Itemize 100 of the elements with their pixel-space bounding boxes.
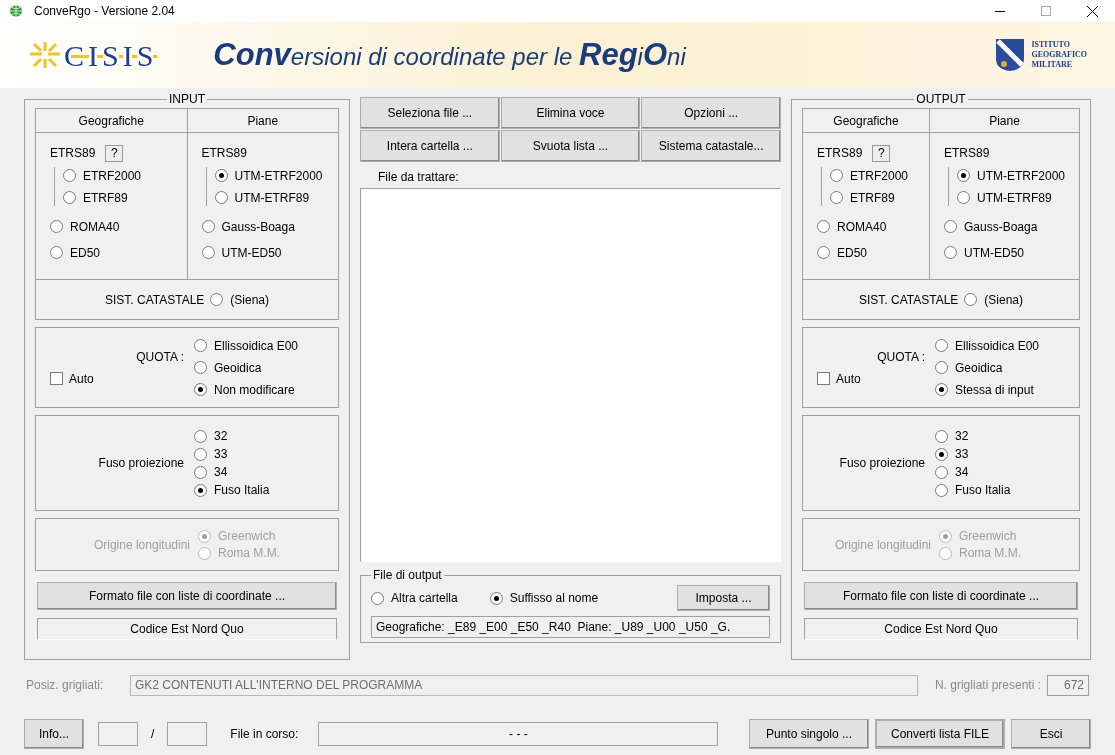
radio-label[interactable]: Ellissoidica E00	[214, 336, 299, 355]
radio-button[interactable]	[214, 191, 228, 204]
radio-label[interactable]: Ellissoidica E00	[955, 336, 1040, 355]
radio-label[interactable]: Suffisso al nome	[509, 589, 599, 607]
group-label: ETRS89	[944, 145, 990, 162]
radio-button[interactable]	[957, 191, 970, 204]
radio-button[interactable]	[194, 361, 207, 374]
radio-label[interactable]: 32	[955, 427, 969, 445]
radio-button[interactable]	[371, 591, 384, 605]
current-file-field: - - -	[318, 722, 719, 746]
footer-button[interactable]: Converti lista FILE	[875, 719, 1005, 749]
current-file-label: File in corso:	[230, 726, 299, 743]
radio-label[interactable]: Gauss-Boaga	[964, 217, 1038, 236]
radio-button[interactable]	[201, 246, 215, 259]
catastale-label: SIST. CATASTALE	[104, 291, 205, 309]
radio-button[interactable]	[214, 169, 228, 182]
action-button[interactable]: Elimina voce	[500, 97, 641, 129]
radio-label[interactable]: ETRF2000	[83, 166, 142, 185]
radio-label[interactable]: UTM-ED50	[964, 243, 1024, 262]
radio-label[interactable]: 33	[955, 445, 969, 463]
radio-label[interactable]: UTM-ETRF2000	[977, 166, 1065, 185]
radio-label[interactable]: ETRF2000	[850, 166, 909, 185]
radio-label[interactable]: (Siena)	[230, 290, 269, 309]
fuso-label: Fuso proiezione	[839, 455, 925, 472]
radio-label[interactable]: Fuso Italia	[214, 481, 270, 499]
radio-button[interactable]	[489, 591, 503, 605]
radio-label[interactable]: 32	[214, 427, 228, 445]
format-button[interactable]: Formato file con liste di coordinate ...	[37, 582, 337, 610]
radio-label[interactable]: (Siena)	[984, 290, 1023, 309]
radio-label[interactable]: ETRF89	[83, 188, 128, 207]
action-button[interactable]: Seleziona file ...	[360, 97, 500, 129]
radio-button[interactable]	[935, 429, 948, 443]
catastale-label: SIST. CATASTALE	[858, 291, 959, 309]
radio-button[interactable]	[194, 429, 207, 443]
radio-button[interactable]	[50, 220, 63, 233]
radio-label[interactable]: 34	[214, 463, 228, 481]
radio-label[interactable]: Fuso Italia	[955, 481, 1011, 499]
radio-button[interactable]	[194, 339, 207, 352]
minimize-icon	[995, 10, 1005, 12]
grid-count-field: 672	[1047, 674, 1089, 696]
radio-button[interactable]	[817, 246, 830, 259]
auto-checkbox[interactable]: Auto	[817, 369, 861, 388]
radio-label[interactable]: UTM-ETRF89	[977, 188, 1052, 207]
radio-label[interactable]: Altra cartella	[391, 589, 458, 607]
radio-button[interactable]	[944, 246, 957, 259]
panel-title: INPUT	[168, 91, 206, 108]
auto-checkbox[interactable]: Auto	[50, 369, 94, 388]
radio-label[interactable]: ED50	[70, 243, 101, 262]
radio-button[interactable]	[830, 191, 843, 204]
radio-label[interactable]: Geoidica	[214, 358, 262, 377]
radio-button[interactable]	[957, 169, 970, 182]
action-button[interactable]: Svuota lista ...	[500, 130, 641, 162]
radio-button[interactable]	[830, 169, 843, 182]
format-button[interactable]: Formato file con liste di coordinate ...	[804, 582, 1078, 610]
radio-button[interactable]	[194, 465, 207, 479]
radio-button[interactable]	[964, 293, 978, 306]
radio-label[interactable]: 34	[955, 463, 969, 481]
radio-label[interactable]: Gauss-Boaga	[221, 217, 295, 236]
radio-button[interactable]	[201, 220, 215, 233]
institute-name-line: MILITARE	[1031, 60, 1074, 70]
action-button[interactable]: Sistema catastale...	[641, 130, 781, 162]
radio-button[interactable]	[63, 169, 76, 182]
banner-title: Conversioni di coordinate per le RegiOni	[213, 35, 686, 74]
radio-button[interactable]	[194, 483, 207, 497]
radio-button[interactable]	[935, 483, 948, 497]
set-button[interactable]: Imposta ...	[677, 585, 770, 611]
footer-button[interactable]: Punto singolo ...	[749, 719, 869, 749]
radio-label[interactable]: Geoidica	[955, 358, 1003, 377]
help-button[interactable]: ?	[872, 144, 891, 162]
radio-button[interactable]	[194, 447, 207, 461]
radio-label[interactable]: ED50	[837, 243, 868, 262]
radio-button[interactable]	[817, 220, 830, 233]
radio-button[interactable]	[935, 361, 948, 374]
radio-label[interactable]: Stessa di input	[955, 380, 1034, 399]
origine-label: Origine longitudini	[93, 536, 190, 554]
radio-button[interactable]	[935, 447, 948, 461]
format-field: Codice Est Nord Quo	[37, 618, 337, 640]
radio-button[interactable]	[50, 246, 63, 259]
radio-label[interactable]: ROMA40	[837, 217, 887, 236]
help-button[interactable]: ?	[105, 144, 124, 162]
radio-label[interactable]: UTM-ETRF2000	[234, 166, 323, 185]
radio-button[interactable]	[63, 191, 76, 204]
action-button[interactable]: Opzioni ...	[641, 97, 781, 129]
footer-button[interactable]: Esci	[1011, 719, 1091, 749]
radio-label[interactable]: Non modificare	[214, 380, 295, 399]
radio-button[interactable]	[935, 339, 948, 352]
radio-label[interactable]: UTM-ETRF89	[234, 188, 310, 207]
radio-button[interactable]	[944, 220, 957, 233]
radio-button[interactable]	[935, 383, 948, 396]
action-button[interactable]: Intera cartella ...	[360, 130, 500, 162]
radio-label[interactable]: ETRF89	[850, 188, 895, 207]
radio-label[interactable]: UTM-ED50	[221, 243, 282, 262]
institute-name-line: ISTITUTO	[1031, 40, 1071, 50]
radio-button[interactable]	[935, 465, 948, 479]
info-button[interactable]: Info...	[24, 719, 84, 749]
radio-label[interactable]: ROMA40	[70, 217, 120, 236]
radio-button[interactable]	[194, 383, 207, 396]
radio-label[interactable]: 33	[214, 445, 228, 463]
radio-button[interactable]	[210, 293, 224, 306]
column-header: Piane	[187, 109, 338, 133]
